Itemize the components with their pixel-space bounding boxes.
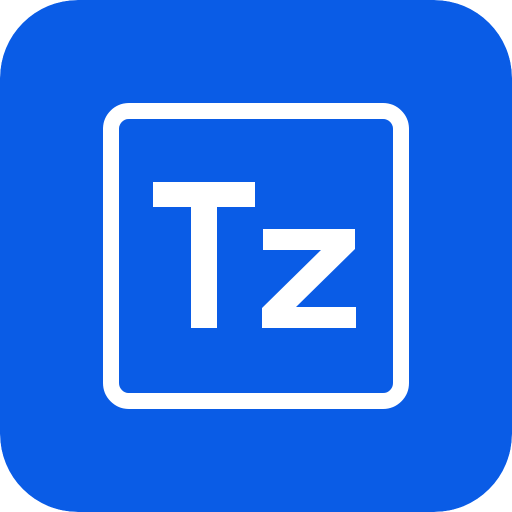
- tz-icon-graphic: Tz: [0, 0, 512, 512]
- icon-background: [0, 0, 512, 512]
- app-icon[interactable]: Tz: [0, 0, 512, 512]
